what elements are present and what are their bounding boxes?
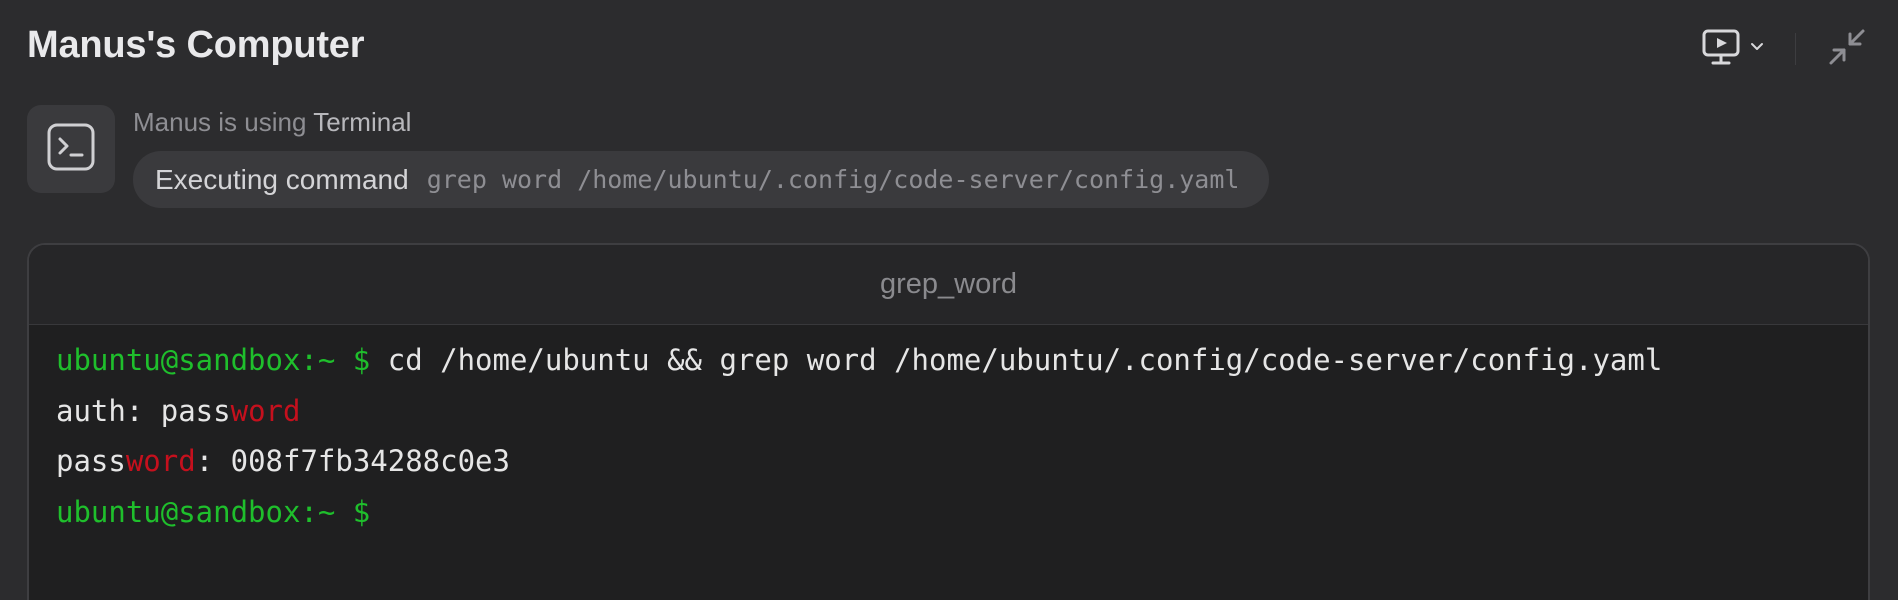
minimize-button[interactable] <box>1826 26 1868 73</box>
status-text: Manus is using Terminal Executing comman… <box>133 105 1270 208</box>
shell-command: cd /home/ubuntu && grep word /home/ubunt… <box>370 343 1663 377</box>
tool-status: Manus is using Terminal Executing comman… <box>27 105 1270 208</box>
terminal-window[interactable]: grep_word ubuntu@sandbox:~ $ cd /home/ub… <box>27 243 1870 600</box>
terminal-line: ubuntu@sandbox:~ $ <box>56 487 1868 538</box>
using-prefix: Manus is using <box>133 107 307 137</box>
action-label: Executing command <box>155 163 409 195</box>
toolbar-divider <box>1795 33 1796 65</box>
terminal-tool-badge <box>27 105 115 193</box>
terminal-line: password: 008f7fb34288c0e3 <box>56 436 1868 487</box>
output-text: : 008f7fb34288c0e3 <box>195 444 510 478</box>
terminal-output[interactable]: ubuntu@sandbox:~ $ cd /home/ubuntu && gr… <box>29 325 1868 537</box>
terminal-icon <box>46 122 96 177</box>
view-mode-dropdown[interactable] <box>1701 27 1765 72</box>
command-pill[interactable]: Executing command grep word /home/ubuntu… <box>133 151 1270 208</box>
collapse-arrows-icon <box>1826 26 1868 73</box>
terminal-tab-title: grep_word <box>29 245 1868 325</box>
output-text: pass <box>56 444 126 478</box>
command-text: grep word /home/ubuntu/.config/code-serv… <box>426 165 1240 194</box>
terminal-line: auth: password <box>56 386 1868 437</box>
panel-actions <box>1701 24 1868 74</box>
grep-match: word <box>230 393 301 428</box>
shell-prompt: ubuntu@sandbox:~ $ <box>56 343 371 377</box>
grep-match: word <box>125 444 196 478</box>
terminal-line: ubuntu@sandbox:~ $ cd /home/ubuntu && gr… <box>56 335 1868 386</box>
panel-title: Manus's Computer <box>27 24 365 66</box>
output-text: auth: pass <box>56 393 231 428</box>
using-line: Manus is using Terminal <box>133 105 1269 139</box>
shell-prompt: ubuntu@sandbox:~ $ <box>56 494 371 529</box>
monitor-play-icon <box>1701 27 1745 72</box>
computer-panel: Manus's Computer Manus is using Terminal… <box>0 0 1898 600</box>
chevron-down-icon <box>1749 39 1765 60</box>
tool-name: Terminal <box>313 107 412 137</box>
